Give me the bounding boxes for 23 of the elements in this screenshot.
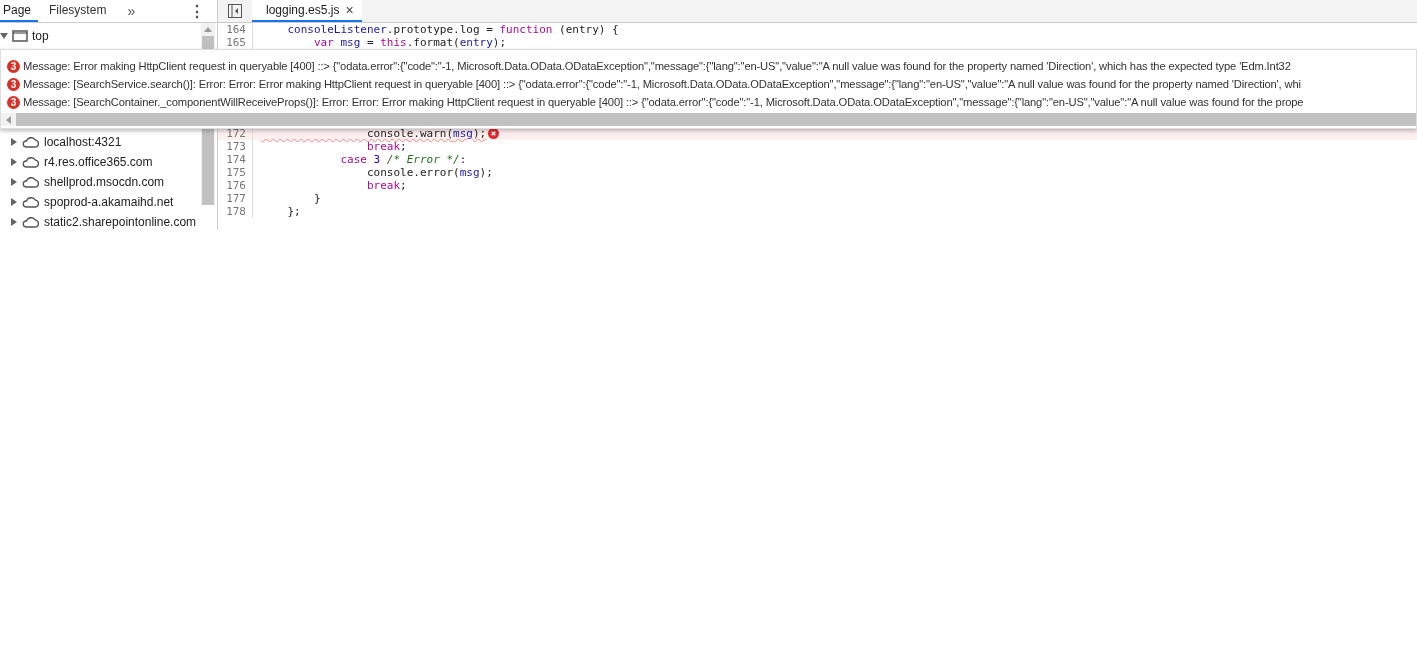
line-number: 175 [218,166,253,179]
line-number: 164 [218,23,253,36]
code-line: console.warn(msg); [365,127,487,140]
line-number: 173 [218,140,253,153]
line-number: 177 [218,192,253,205]
error-message: Message: [SearchService.search()]: Error: Error: Error making HttpClient request in queryable [400] ::> {"odata.error":{"code":"-1, Microsoft.Data.OData.ODataException","message":{"lang":"en-US","value":"A null value was found for the property named 'Direction', whi [23,78,1301,90]
count-badge: 3 [7,95,20,109]
code-line: console.error(msg); [365,166,493,179]
code-line: } [312,192,321,205]
line-number: 178 [218,205,253,218]
code-line: case 3 /* Error */: [339,153,467,166]
error-message: Message: [SearchContainer._componentWillReceiveProps()]: Error: Error: Error making HttpClient request in queryable [400] ::> {"odata.error":{"code":"-1, Microsoft.Data.OData.ODataException","message":{"lang":"en-US","value":"A null value was found for the prope [23,96,1304,108]
error-message: Message: Error making HttpClient request in queryable [400] ::> {"odata.error":{"code":"-1, Microsoft.Data.OData.ODataException","message":{"lang":"en-US","value":"A null value was found for the property named 'Direction', which has the expected type 'Edm.Int32 [23,60,1291,72]
code-line: var msg = this.format(entry); [312,36,507,49]
file-name: logging.es5.js [266,3,340,17]
count-badge: 3 [7,59,20,73]
count-badge: 3 [7,77,20,91]
code-line: break; [365,140,407,153]
code-line: break; [365,179,407,192]
code-line: }; [286,205,301,218]
code-line: consoleListener.prototype.log = function (entry) { [286,23,619,36]
line-number: 176 [218,179,253,192]
line-number: 174 [218,153,253,166]
